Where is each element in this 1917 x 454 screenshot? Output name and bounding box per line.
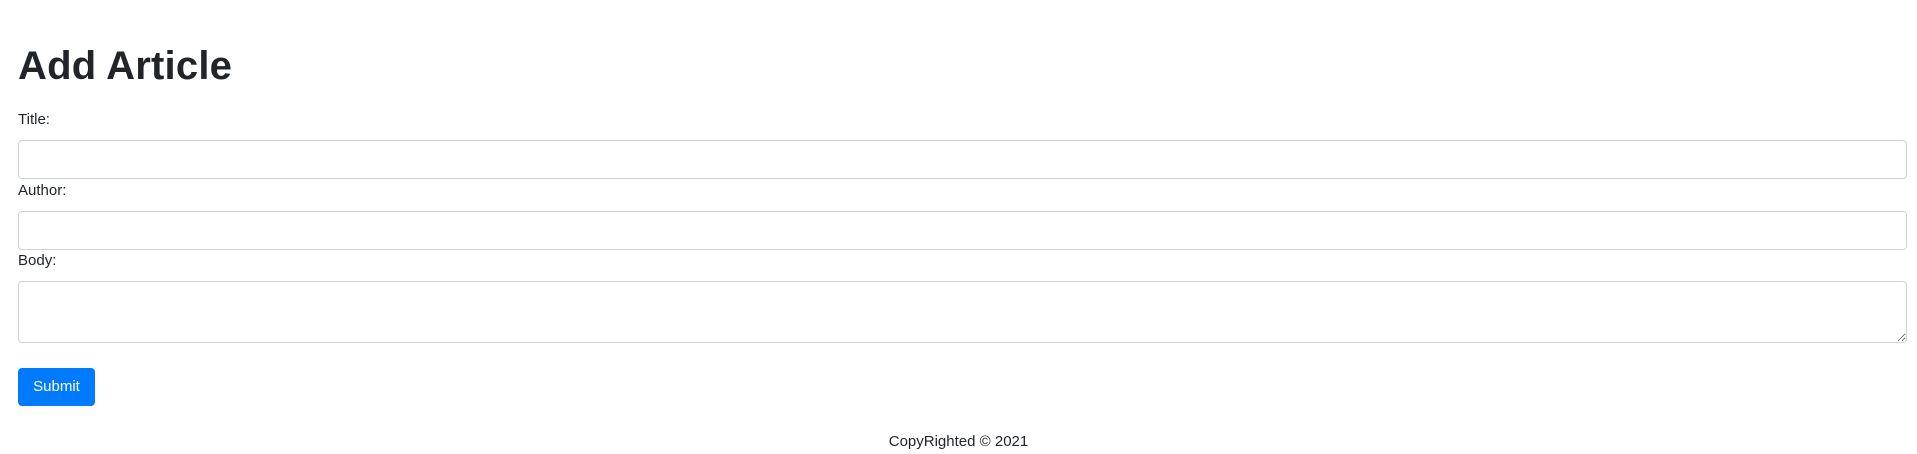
author-input[interactable] [18,211,1907,250]
body-label: Body: [18,252,57,269]
author-label: Author: [18,182,67,199]
title-input[interactable] [18,140,1907,179]
submit-button[interactable]: Submit [18,368,95,406]
page-title: Add Article [18,44,233,88]
page-container: Add Article Title: Author: Body: Submit … [0,0,1917,454]
title-label: Title: [18,111,50,128]
footer-copyright: CopyRighted © 2021 [888,433,1029,450]
body-textarea[interactable] [18,281,1907,343]
